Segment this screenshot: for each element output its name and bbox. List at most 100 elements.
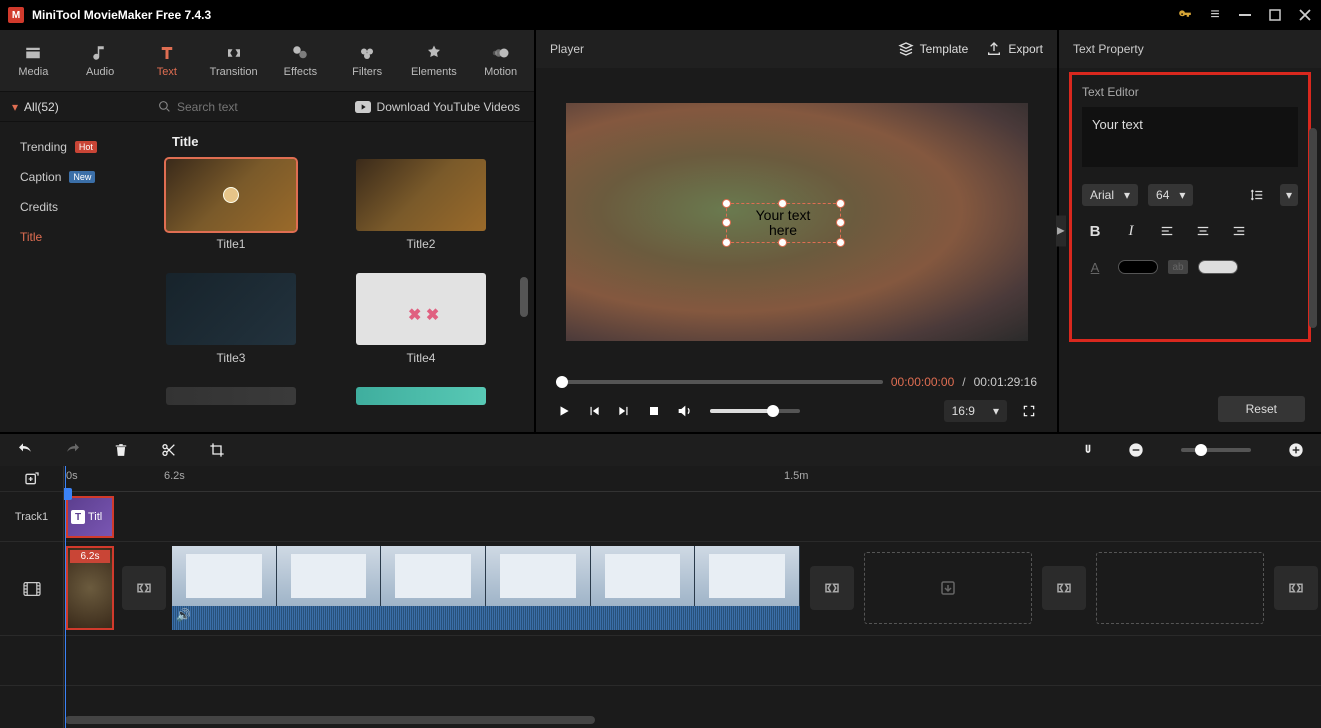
track-label-extra[interactable]	[0, 636, 63, 686]
panel-collapse-button[interactable]: ▶	[1056, 216, 1066, 247]
time-ruler[interactable]: 0s 6.2s 1.5m	[64, 466, 1321, 492]
menu-icon[interactable]: ≡	[1207, 7, 1223, 23]
tab-transition[interactable]: Transition	[200, 30, 267, 91]
transition-slot[interactable]	[1042, 566, 1086, 610]
italic-button[interactable]: I	[1118, 220, 1144, 242]
resize-handle[interactable]	[722, 218, 731, 227]
redo-button[interactable]	[64, 441, 82, 459]
export-button[interactable]: Export	[986, 41, 1043, 57]
resize-handle[interactable]	[836, 218, 845, 227]
tab-filters[interactable]: Filters	[334, 30, 401, 91]
cat-caption[interactable]: Caption New	[0, 162, 150, 192]
close-button[interactable]	[1297, 7, 1313, 23]
zoom-slider[interactable]	[1181, 448, 1251, 452]
highlight-button[interactable]: ab	[1168, 260, 1188, 274]
aspect-ratio-dropdown[interactable]: 16:9 ▾	[944, 400, 1007, 422]
thumb-title3[interactable]: Title3	[166, 273, 296, 365]
download-youtube-link[interactable]: Download YouTube Videos	[341, 100, 534, 114]
title-clip[interactable]: TTitl	[66, 496, 114, 538]
track-label-video[interactable]	[0, 542, 63, 636]
reset-button[interactable]: Reset	[1218, 396, 1305, 422]
text-color-button[interactable]: A	[1082, 256, 1108, 278]
tab-motion[interactable]: Motion	[467, 30, 534, 91]
resize-handle[interactable]	[778, 199, 787, 208]
category-all-dropdown[interactable]: ▾ All(52)	[0, 100, 150, 114]
search-input[interactable]	[177, 100, 277, 114]
minimize-button[interactable]	[1237, 7, 1253, 23]
video-clip-thumb[interactable]: 6.2s	[66, 546, 114, 630]
template-button[interactable]: Template	[898, 41, 969, 57]
add-track-button[interactable]	[0, 466, 63, 492]
drop-slot[interactable]	[864, 552, 1032, 624]
thumb-title1[interactable]: Title1	[166, 159, 296, 251]
resize-handle[interactable]	[722, 238, 731, 247]
stop-button[interactable]	[646, 403, 662, 419]
font-size-dropdown[interactable]: 64▾	[1148, 184, 1193, 206]
text-color-swatch[interactable]	[1118, 260, 1158, 274]
tab-elements[interactable]: Elements	[401, 30, 468, 91]
main-video-clip[interactable]: 🔊	[172, 546, 800, 630]
cat-title[interactable]: Title	[0, 222, 150, 252]
track-label-1[interactable]: Track1	[0, 492, 63, 542]
volume-slider[interactable]	[710, 409, 800, 413]
crop-button[interactable]	[208, 441, 226, 459]
thumb-title2[interactable]: Title2	[356, 159, 486, 251]
maximize-button[interactable]	[1267, 7, 1283, 23]
upgrade-key-icon[interactable]	[1177, 7, 1193, 23]
fullscreen-button[interactable]	[1021, 403, 1037, 419]
spacing-dropdown[interactable]: ▾	[1280, 184, 1298, 206]
grid-scrollbar[interactable]	[520, 277, 528, 317]
text-input[interactable]: Your text	[1082, 107, 1298, 167]
prev-frame-button[interactable]	[586, 403, 602, 419]
align-right-button[interactable]	[1226, 220, 1252, 242]
property-scrollbar[interactable]	[1309, 128, 1317, 328]
text-track[interactable]: TTitl	[64, 492, 1321, 542]
zoom-out-button[interactable]	[1127, 441, 1145, 459]
resize-handle[interactable]	[778, 238, 787, 247]
align-center-button[interactable]	[1190, 220, 1216, 242]
transition-slot[interactable]	[810, 566, 854, 610]
tab-effects[interactable]: Effects	[267, 30, 334, 91]
delete-button[interactable]	[112, 441, 130, 459]
play-button[interactable]	[556, 403, 572, 419]
zoom-handle[interactable]	[1195, 444, 1207, 456]
next-frame-button[interactable]	[616, 403, 632, 419]
thumb-title5[interactable]	[166, 387, 296, 405]
resize-handle[interactable]	[836, 199, 845, 208]
video-track[interactable]: 6.2s 🔊	[64, 542, 1321, 636]
tab-media[interactable]: Media	[0, 30, 67, 91]
bold-button[interactable]: B	[1082, 220, 1108, 242]
transition-slot[interactable]	[1274, 566, 1318, 610]
search-box[interactable]	[150, 100, 341, 114]
resize-handle[interactable]	[836, 238, 845, 247]
transition-slot[interactable]	[122, 566, 166, 610]
zoom-in-button[interactable]	[1287, 441, 1305, 459]
cat-trending[interactable]: Trending Hot	[0, 132, 150, 162]
app-logo-icon: M	[8, 7, 24, 23]
preview-canvas[interactable]: Your texthere	[566, 103, 1028, 341]
thumb-title4[interactable]: ✖ ✖ Title4	[356, 273, 486, 365]
split-button[interactable]	[160, 441, 178, 459]
volume-icon[interactable]	[676, 403, 692, 419]
text-selection-box[interactable]: Your texthere	[726, 203, 841, 243]
chevron-down-icon: ▾	[1286, 188, 1292, 202]
font-family-dropdown[interactable]: Arial▾	[1082, 184, 1138, 206]
time-current: 00:00:00:00	[891, 375, 954, 389]
cat-credits[interactable]: Credits	[0, 192, 150, 222]
seek-bar[interactable]	[556, 380, 883, 384]
drop-slot[interactable]	[1096, 552, 1264, 624]
magnet-button[interactable]	[1079, 441, 1097, 459]
resize-handle[interactable]	[722, 199, 731, 208]
thumb-title6[interactable]	[356, 387, 486, 405]
tab-text[interactable]: Text	[134, 30, 201, 91]
align-left-button[interactable]	[1154, 220, 1180, 242]
timeline-hscrollbar[interactable]	[64, 716, 1321, 724]
extra-track[interactable]	[64, 636, 1321, 686]
tab-audio[interactable]: Audio	[67, 30, 134, 91]
playhead[interactable]	[65, 466, 66, 728]
highlight-color-swatch[interactable]	[1198, 260, 1238, 274]
seek-handle[interactable]	[556, 376, 568, 388]
line-spacing-button[interactable]	[1244, 184, 1270, 206]
volume-handle[interactable]	[767, 405, 779, 417]
undo-button[interactable]	[16, 441, 34, 459]
